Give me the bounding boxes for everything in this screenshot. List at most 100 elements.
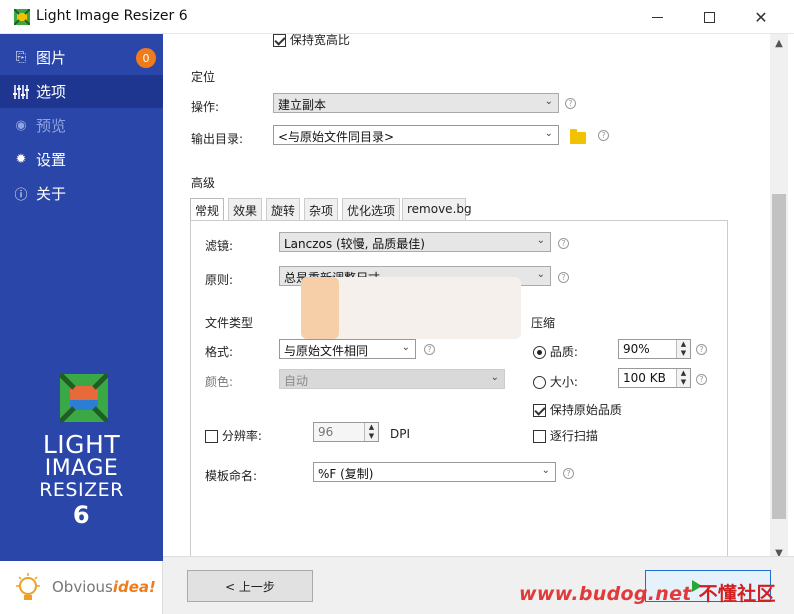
sidebar-item-label: 图片: [36, 49, 67, 67]
tab-rotate[interactable]: 旋转: [266, 198, 300, 220]
output-dir-help-icon[interactable]: ?: [598, 130, 609, 141]
tab-effects[interactable]: 效果: [228, 198, 262, 220]
images-icon: ⎘: [15, 50, 27, 65]
output-dir-value: <与原始文件同目录>: [278, 130, 395, 144]
chevron-down-icon: ⌄: [536, 235, 545, 246]
scroll-up-icon[interactable]: ▲: [770, 34, 788, 52]
chevron-up-icon[interactable]: ▲: [677, 340, 690, 349]
eye-icon: ◉: [15, 118, 27, 133]
keep-ratio-checkbox[interactable]: [273, 34, 286, 47]
quality-help-icon[interactable]: ?: [696, 344, 707, 355]
operation-select[interactable]: 建立副本 ⌄: [273, 93, 559, 113]
chevron-down-icon[interactable]: ▼: [677, 378, 690, 387]
scrollbar-thumb[interactable]: [772, 194, 786, 519]
size-help-icon[interactable]: ?: [696, 374, 707, 385]
images-count-badge: 0: [136, 48, 156, 68]
stepper-arrows[interactable]: ▲ ▼: [676, 340, 690, 358]
logo-text-image: IMAGE: [44, 456, 119, 481]
chevron-down-icon: ⌄: [401, 342, 410, 353]
sidebar-item-options[interactable]: 选项: [0, 75, 163, 108]
keep-quality-checkbox[interactable]: [533, 404, 546, 417]
sidebar-item-images[interactable]: ⎘ 图片 0: [0, 41, 163, 74]
template-help-icon[interactable]: ?: [563, 468, 574, 479]
format-select[interactable]: 与原始文件相同 ⌄: [279, 339, 416, 359]
logo-text-resizer: RESIZER: [39, 479, 124, 501]
brand-prefix: Obvious: [52, 578, 113, 596]
format-help-icon[interactable]: ?: [424, 344, 435, 355]
sidebar-item-label: 预览: [36, 117, 67, 135]
folder-icon[interactable]: [570, 129, 586, 144]
gear-icon: ✹: [15, 152, 27, 167]
chevron-down-icon: ⌄: [544, 128, 553, 139]
chevron-up-icon[interactable]: ▲: [365, 423, 378, 432]
stepper-arrows[interactable]: ▲ ▼: [364, 423, 378, 441]
progressive-label: 逐行扫描: [549, 429, 598, 443]
output-dir-select[interactable]: <与原始文件同目录> ⌄: [273, 125, 559, 145]
keep-ratio-option[interactable]: 保持宽高比: [273, 34, 350, 48]
watermark-site-name: 不懂社区: [698, 583, 776, 605]
quality-radio[interactable]: [533, 346, 546, 359]
sidebar-item-preview[interactable]: ◉ 预览: [0, 109, 163, 142]
minimize-button[interactable]: [634, 0, 680, 34]
tab-general[interactable]: 常规: [190, 198, 224, 221]
previous-button[interactable]: < 上一步: [187, 570, 313, 602]
resolution-option[interactable]: 分辨率:: [205, 427, 262, 444]
sidebar-item-settings[interactable]: ✹ 设置: [0, 143, 163, 176]
size-radio[interactable]: [533, 376, 546, 389]
app-icon: [14, 9, 30, 25]
template-label: 模板命名:: [205, 469, 258, 483]
chevron-up-icon[interactable]: ▲: [677, 369, 690, 378]
template-select[interactable]: %F (复制) ⌄: [313, 462, 556, 482]
resolution-checkbox[interactable]: [205, 430, 218, 443]
brand-name: Obviousidea!: [52, 578, 156, 596]
close-button[interactable]: ✕: [738, 0, 784, 34]
sidebar-item-label: 关于: [36, 185, 67, 203]
color-value: 自动: [284, 374, 309, 388]
operation-value: 建立副本: [278, 98, 327, 112]
quality-option[interactable]: 品质:: [533, 343, 578, 360]
progressive-option[interactable]: 逐行扫描: [533, 427, 598, 444]
file-type-section-title: 文件类型: [205, 316, 254, 330]
lightbulb-icon: [16, 573, 40, 600]
chevron-down-icon: ⌄: [544, 96, 553, 107]
brand-bar[interactable]: Obviousidea!: [0, 561, 163, 614]
keep-quality-option[interactable]: 保持原始品质: [533, 401, 622, 418]
tab-misc[interactable]: 杂项: [304, 198, 338, 220]
progressive-checkbox[interactable]: [533, 430, 546, 443]
filter-select[interactable]: Lanczos (较慢, 品质最佳) ⌄: [279, 232, 551, 252]
chevron-down-icon: ⌄: [490, 372, 499, 383]
keep-ratio-label: 保持宽高比: [289, 34, 350, 47]
color-select[interactable]: 自动 ⌄: [279, 369, 505, 389]
sliders-icon: [12, 84, 30, 100]
template-value: %F (复制): [318, 467, 374, 481]
quality-stepper[interactable]: 90% ▲ ▼: [618, 339, 691, 359]
operation-help-icon[interactable]: ?: [565, 98, 576, 109]
logo-text-version: 6: [72, 501, 91, 529]
options-panel: 保持宽高比 定位 操作: 建立副本 ⌄ ? 输出目录: <与原始文件同目录> ⌄ ?…: [163, 34, 770, 556]
blurred-region: [301, 277, 521, 339]
close-icon: ✕: [754, 7, 768, 27]
resolution-label: 分辨率:: [221, 429, 262, 443]
vertical-scrollbar[interactable]: ▲ ▼: [770, 34, 788, 562]
maximize-icon: [703, 11, 715, 23]
chevron-down-icon[interactable]: ▼: [365, 432, 378, 441]
size-option[interactable]: 大小:: [533, 373, 578, 390]
compress-section-title: 压缩: [531, 316, 556, 330]
filter-help-icon[interactable]: ?: [558, 238, 569, 249]
size-stepper[interactable]: 100 KB ▲ ▼: [618, 368, 691, 388]
chevron-down-icon: ⌄: [541, 465, 550, 476]
chevron-down-icon[interactable]: ▼: [677, 349, 690, 358]
tab-remove-bg[interactable]: remove.bg: [402, 198, 472, 220]
resolution-value: 96: [318, 425, 334, 439]
size-label: 大小:: [549, 375, 578, 389]
stepper-arrows[interactable]: ▲ ▼: [676, 369, 690, 387]
sidebar-item-about[interactable]: ⓘ 关于: [0, 177, 163, 210]
sidebar: ⎘ 图片 0 选项 ◉ 预览 ✹ 设置 ⓘ 关于 LIGHT IMAGE RES…: [0, 34, 163, 614]
chevron-down-icon: ⌄: [536, 269, 545, 280]
tab-optimize[interactable]: 优化选项: [342, 198, 400, 220]
color-label: 颜色:: [205, 375, 234, 389]
maximize-button[interactable]: [686, 0, 732, 34]
resolution-stepper[interactable]: 96 ▲ ▼: [313, 422, 379, 442]
rule-help-icon[interactable]: ?: [558, 272, 569, 283]
quality-label: 品质:: [549, 345, 578, 359]
